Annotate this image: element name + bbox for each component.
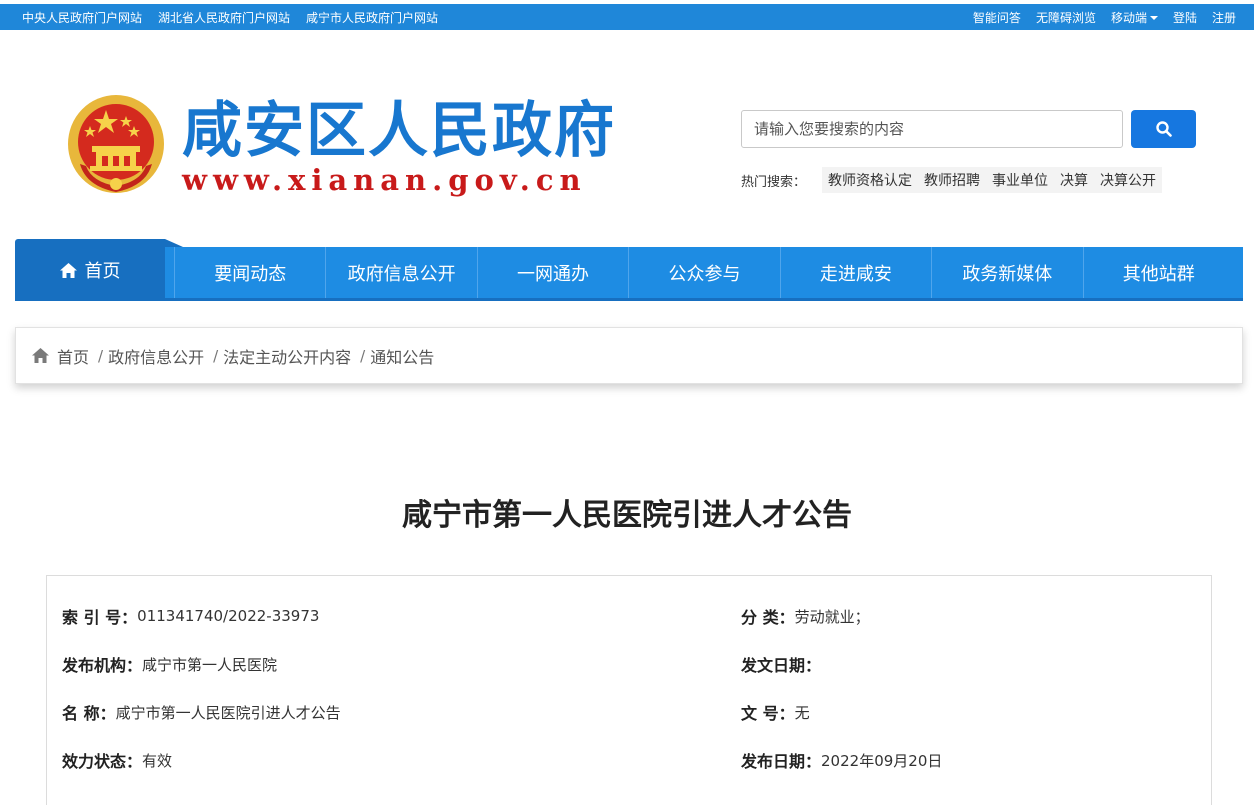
breadcrumb-separator: /: [213, 346, 219, 365]
article-title: 咸宁市第一人民医院引进人才公告: [402, 498, 852, 533]
article-meta-table: 索 引 号： 011341740/2022-33973 分 类： 劳动就业； 发…: [46, 575, 1212, 805]
search-box: [741, 110, 1123, 148]
hot-tag[interactable]: 教师资格认定: [822, 167, 919, 193]
breadcrumb-item-statutory[interactable]: 法定主动公开内容: [223, 344, 351, 368]
breadcrumb: 首页 / 政府信息公开 / 法定主动公开内容 / 通知公告: [15, 327, 1243, 384]
meta-doc-no: 文 号： 无: [741, 700, 810, 724]
nav-item-about[interactable]: 走进咸安: [779, 247, 931, 298]
search-button[interactable]: [1131, 110, 1196, 148]
nav-items: 要闻动态 政府信息公开 一网通办 公众参与 走进咸安 政务新媒体 其他站群: [174, 247, 1234, 301]
meta-publish-date-value: 2022年09月20日: [821, 751, 943, 770]
nav-item-new-media[interactable]: 政务新媒体: [931, 247, 1082, 298]
national-emblem-icon[interactable]: [66, 94, 166, 196]
caret-down-icon: [1149, 16, 1158, 20]
breadcrumb-separator: /: [98, 346, 104, 365]
meta-doc-no-label: 文 号：: [741, 704, 795, 723]
hot-tag[interactable]: 决算: [1054, 167, 1095, 193]
meta-publisher-value: 咸宁市第一人民医院: [142, 655, 278, 674]
meta-index: 索 引 号： 011341740/2022-33973: [62, 604, 319, 628]
breadcrumb-item-home[interactable]: 首页: [57, 344, 89, 368]
site-title[interactable]: 咸安区人民政府: [182, 96, 616, 166]
nav-item-services[interactable]: 一网通办: [476, 247, 628, 298]
link-hubei-gov[interactable]: 湖北省人民政府门户网站: [158, 9, 290, 26]
meta-publish-date: 发布日期： 2022年09月20日: [741, 748, 942, 772]
meta-status-label: 效力状态：: [62, 752, 143, 771]
meta-publisher-label: 发布机构：: [62, 656, 143, 675]
link-mobile-label: 移动端: [1110, 10, 1147, 25]
link-login[interactable]: 登陆: [1173, 9, 1197, 26]
link-register[interactable]: 注册: [1212, 9, 1236, 26]
search-input[interactable]: [742, 111, 1122, 147]
meta-name-label: 名 称：: [62, 704, 116, 723]
meta-status: 效力状态： 有效: [62, 748, 172, 772]
link-mobile[interactable]: 移动端: [1111, 9, 1158, 26]
meta-doc-no-value: 无: [794, 703, 810, 722]
nav-item-other-sites[interactable]: 其他站群: [1082, 247, 1234, 298]
nav-home[interactable]: 首页: [15, 239, 183, 301]
meta-category-value: 劳动就业；: [794, 607, 870, 626]
top-bar: 中央人民政府门户网站 湖北省人民政府门户网站 咸宁市人民政府门户网站 智能问答 …: [0, 4, 1254, 30]
meta-issue-date: 发文日期：: [741, 652, 821, 676]
breadcrumb-separator: /: [360, 346, 366, 365]
search-icon: [1155, 121, 1172, 137]
meta-category-label: 分 类：: [741, 608, 795, 627]
top-links-left: 中央人民政府门户网站 湖北省人民政府门户网站 咸宁市人民政府门户网站: [22, 4, 454, 30]
nav-item-gov-info[interactable]: 政府信息公开: [325, 247, 476, 298]
meta-name-value: 咸宁市第一人民医院引进人才公告: [115, 703, 341, 722]
link-central-gov[interactable]: 中央人民政府门户网站: [22, 9, 142, 26]
link-xianning-gov[interactable]: 咸宁市人民政府门户网站: [306, 9, 438, 26]
meta-publish-date-label: 发布日期：: [741, 752, 822, 771]
hot-search-label: 热门搜索：: [741, 174, 807, 190]
meta-issue-date-label: 发文日期：: [741, 656, 822, 675]
hot-tag[interactable]: 教师招聘: [918, 167, 987, 193]
nav-item-news[interactable]: 要闻动态: [174, 247, 325, 298]
hot-tag[interactable]: 事业单位: [986, 167, 1055, 193]
meta-publisher: 发布机构： 咸宁市第一人民医院: [62, 652, 277, 676]
meta-index-value: 011341740/2022-33973: [137, 607, 320, 625]
meta-name: 名 称： 咸宁市第一人民医院引进人才公告: [62, 700, 341, 724]
nav-item-participation[interactable]: 公众参与: [628, 247, 779, 298]
site-url: www.xianan.gov.cn: [182, 163, 587, 197]
meta-index-label: 索 引 号：: [62, 608, 138, 627]
breadcrumb-item-notices[interactable]: 通知公告: [370, 344, 434, 368]
breadcrumb-item-gov-info[interactable]: 政府信息公开: [108, 344, 204, 368]
meta-status-value: 有效: [142, 751, 173, 770]
breadcrumb-home-icon: [32, 348, 49, 363]
meta-category: 分 类： 劳动就业；: [741, 604, 870, 628]
link-smart-qa[interactable]: 智能问答: [973, 9, 1021, 26]
hot-tag[interactable]: 决算公开: [1094, 167, 1163, 193]
top-links-right: 智能问答 无障碍浏览 移动端 登陆 注册: [958, 4, 1236, 30]
link-accessibility[interactable]: 无障碍浏览: [1036, 9, 1096, 26]
hot-search: 热门搜索： 教师资格认定 教师招聘 事业单位 决算 决算公开: [741, 167, 1163, 193]
home-icon: [59, 262, 77, 278]
nav-home-label: 首页: [84, 261, 121, 282]
